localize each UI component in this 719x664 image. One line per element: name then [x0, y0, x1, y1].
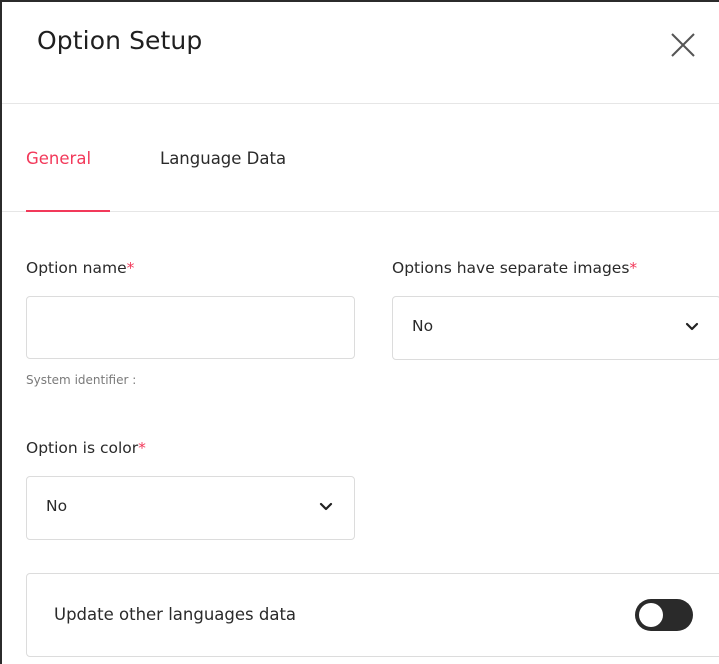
- tab-general[interactable]: General: [26, 149, 91, 168]
- required-asterisk: *: [126, 259, 135, 277]
- option-name-input[interactable]: [26, 296, 355, 359]
- option-setup-dialog: Option Setup General Language Data Optio…: [0, 0, 719, 664]
- tab-language-data[interactable]: Language Data: [160, 149, 286, 168]
- dialog-header: Option Setup: [2, 2, 719, 104]
- chevron-down-icon: [685, 322, 699, 331]
- system-identifier-hint: System identifier :: [26, 373, 137, 387]
- option-name-label-text: Option name: [26, 259, 127, 277]
- separate-images-label-text: Options have separate images: [392, 259, 630, 277]
- chevron-down-icon: [319, 502, 333, 511]
- toggle-knob: [639, 603, 663, 627]
- separate-images-select[interactable]: No: [392, 296, 719, 360]
- update-languages-row: Update other languages data: [26, 573, 719, 657]
- separate-images-value: No: [412, 317, 434, 335]
- update-languages-label: Update other languages data: [54, 605, 297, 624]
- required-asterisk: *: [138, 439, 146, 457]
- separate-images-label: Options have separate images*: [392, 259, 637, 277]
- is-color-select[interactable]: No: [26, 476, 355, 540]
- close-button[interactable]: [667, 31, 697, 61]
- is-color-value: No: [46, 497, 68, 515]
- is-color-label-text: Option is color: [26, 439, 139, 457]
- required-asterisk: *: [629, 259, 638, 277]
- close-icon: [671, 33, 695, 57]
- dialog-title: Option Setup: [37, 26, 203, 55]
- tab-bar: General Language Data: [2, 104, 719, 212]
- is-color-label: Option is color*: [26, 439, 146, 457]
- option-name-label: Option name*: [26, 259, 134, 277]
- update-languages-toggle[interactable]: [635, 599, 693, 631]
- active-tab-indicator: [26, 210, 110, 212]
